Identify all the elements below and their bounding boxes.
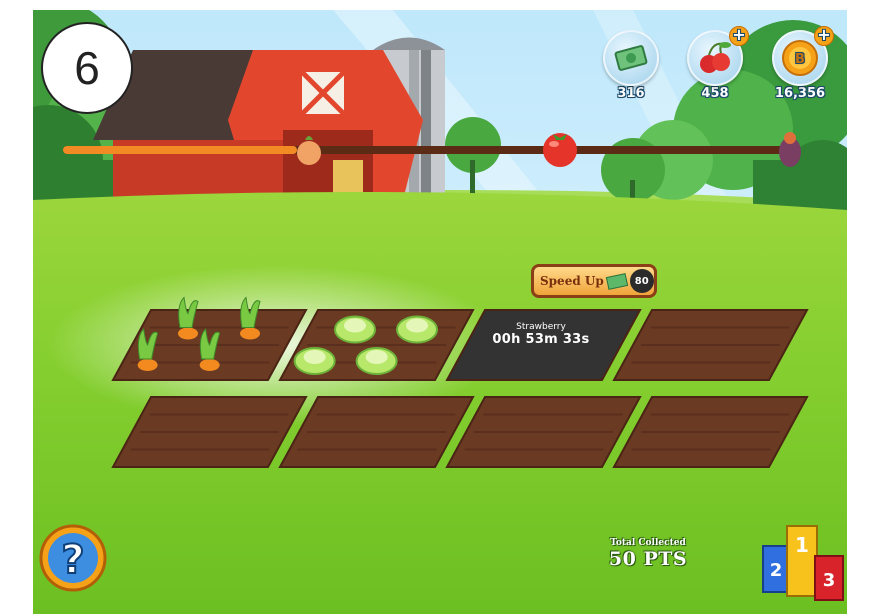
onion-icon (297, 136, 321, 165)
help-button[interactable]: ? (38, 523, 108, 593)
lettuce-icon (355, 347, 398, 375)
lettuce-icon (334, 315, 376, 344)
cash-counter[interactable]: 316 (599, 30, 663, 101)
cash-icon (603, 30, 659, 86)
eggplant-icon (779, 132, 801, 167)
cash-icon (605, 272, 628, 290)
podium-third: 3 (823, 570, 836, 591)
coins-counter[interactable]: B + 16,356 (765, 26, 835, 101)
podium-second: 2 (770, 560, 783, 581)
total-collected-value: 50 PTS (608, 548, 688, 570)
speed-up-cost: 80 (629, 269, 654, 293)
growing-plot-timer: Strawberry 00h 53m 33s (471, 322, 611, 347)
speed-up-label: Speed Up (540, 274, 604, 288)
lettuce-icon (293, 347, 336, 375)
add-cherries-button[interactable]: + (729, 26, 749, 46)
timer-remaining: 00h 53m 33s (492, 332, 590, 347)
timer-crop-name: Strawberry (516, 322, 566, 332)
cherries-counter[interactable]: + 458 (683, 26, 749, 101)
total-collected-label: Total Collected (610, 538, 686, 548)
game-scene: 6 316 + 458 B + 16,356 Speed Up 80 Straw… (33, 10, 847, 614)
cherries-value: 458 (701, 86, 729, 101)
add-coins-button[interactable]: + (814, 26, 834, 46)
question-mark-icon: ? (61, 537, 84, 583)
podium-first: 1 (795, 533, 809, 557)
tomato-icon (543, 133, 577, 167)
speed-up-button[interactable]: Speed Up 80 (531, 264, 657, 298)
cherries-icon: + (687, 26, 749, 86)
lettuce-icon (396, 315, 438, 344)
leaderboard-podium-button[interactable]: 2 1 3 (759, 516, 847, 606)
coin-icon: B + (772, 26, 834, 86)
total-collected: Total Collected 50 PTS (593, 538, 703, 570)
coins-value: 16,356 (774, 86, 826, 101)
cash-value: 316 (617, 86, 645, 101)
step-number-badge: 6 (41, 22, 133, 114)
svg-text:B: B (795, 52, 805, 67)
